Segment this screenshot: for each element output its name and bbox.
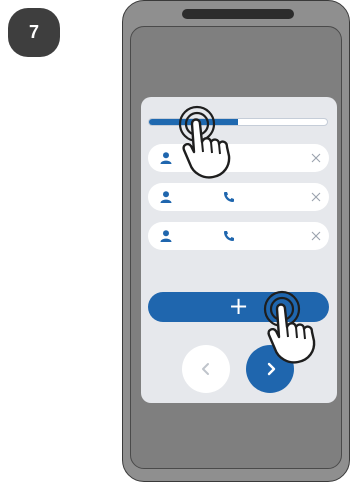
close-icon[interactable] [311,231,321,241]
phone-icon [224,192,234,202]
close-icon[interactable] [311,192,321,202]
phone-icon [224,231,234,241]
chevron-left-icon [202,363,209,375]
contact-row-3[interactable] [148,222,329,250]
person-icon [160,230,172,242]
close-icon[interactable] [311,153,321,163]
step-number: 7 [28,22,39,42]
person-icon [160,191,172,203]
back-button[interactable] [182,345,230,393]
contact-row-2[interactable] [148,183,329,211]
step-number-badge: 7 [8,8,60,57]
pointing-hand-tap-icon [178,105,231,179]
person-icon [160,152,172,164]
pointing-hand-tap-icon [263,290,316,364]
phone-speaker [182,9,294,19]
